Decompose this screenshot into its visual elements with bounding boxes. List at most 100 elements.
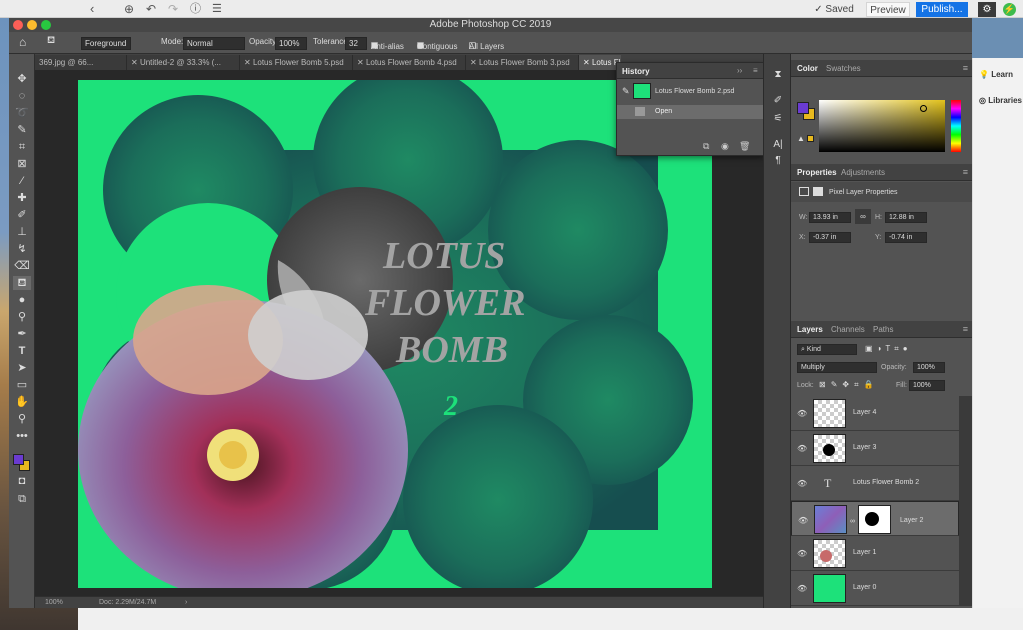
history-panel-icon[interactable]: ⧗ bbox=[771, 68, 785, 82]
quick-mask-icon[interactable]: ◘ bbox=[13, 474, 31, 488]
brush-tool-icon[interactable]: ✐ bbox=[13, 208, 31, 222]
pen-tool-icon[interactable]: ✒ bbox=[13, 327, 31, 341]
paragraph-panel-icon[interactable]: ¶ bbox=[771, 154, 785, 168]
layer-row-layer-4[interactable]: 👁 Layer 4 bbox=[791, 396, 959, 431]
tab-lotus-4[interactable]: ✕ Lotus Flower Bomb 4.psd bbox=[353, 55, 466, 70]
layer-row-text[interactable]: 👁 T Lotus Flower Bomb 2 bbox=[791, 466, 959, 501]
visibility-eye-icon[interactable]: 👁 bbox=[797, 444, 807, 453]
add-icon[interactable]: ⊕ bbox=[124, 2, 134, 16]
history-snapshot[interactable]: ✎ Lotus Flower Bomb 2.psd bbox=[617, 80, 763, 104]
tab-paths[interactable]: Paths bbox=[873, 325, 893, 334]
frame-tool-icon[interactable]: ⊠ bbox=[13, 157, 31, 171]
mask-thumbnail[interactable] bbox=[858, 505, 891, 534]
history-expand-icon[interactable]: ›› bbox=[737, 66, 742, 75]
list-icon[interactable]: ☰ bbox=[212, 2, 222, 16]
screen-mode-icon[interactable]: ⧉ bbox=[13, 492, 31, 506]
opacity-input[interactable]: 100% bbox=[275, 37, 307, 50]
close-window-button[interactable] bbox=[13, 20, 23, 30]
paint-bucket-tool-icon[interactable]: ⛾ bbox=[13, 276, 31, 290]
camera-icon[interactable]: ◉ bbox=[721, 141, 729, 152]
tab-channels[interactable]: Channels bbox=[831, 325, 865, 334]
color-picker-marker[interactable] bbox=[920, 105, 927, 112]
history-step[interactable]: Open bbox=[617, 105, 763, 119]
type-tool-icon[interactable]: T bbox=[13, 344, 31, 358]
layer-row-layer-0[interactable]: 👁 Layer 0 bbox=[791, 571, 959, 606]
document-canvas[interactable]: LOTUS FLOWER BOMB 2 bbox=[78, 80, 712, 588]
eyedropper-tool-icon[interactable]: ⁄ bbox=[13, 174, 31, 188]
color-field[interactable] bbox=[819, 100, 945, 152]
layer-filter-select[interactable]: ⌕ Kind bbox=[797, 344, 857, 355]
status-arrow-icon[interactable]: › bbox=[185, 599, 187, 606]
visibility-eye-icon[interactable]: 👁 bbox=[797, 479, 807, 488]
blur-tool-icon[interactable]: ● bbox=[13, 293, 31, 307]
x-input[interactable]: -0.37 in bbox=[809, 232, 851, 243]
paint-bucket-tool-icon[interactable]: ⛾ bbox=[47, 35, 55, 48]
brush-panel-icon[interactable]: ✐ bbox=[771, 94, 785, 108]
layers-scrollbar[interactable] bbox=[959, 396, 972, 606]
tab-layers[interactable]: Layers bbox=[797, 325, 823, 334]
height-input[interactable]: 12.88 in bbox=[885, 212, 927, 223]
new-document-icon[interactable]: ⧉ bbox=[703, 141, 709, 152]
tab-369[interactable]: 369.jpg @ 66... bbox=[35, 55, 127, 70]
visibility-eye-icon[interactable]: 👁 bbox=[797, 549, 807, 558]
zoom-level[interactable]: 100% bbox=[45, 599, 63, 606]
home-icon[interactable]: ⌂ bbox=[19, 35, 26, 49]
fill-source-select[interactable]: Foreground bbox=[81, 37, 131, 50]
tolerance-input[interactable]: 32 bbox=[345, 37, 367, 50]
tab-lotus-3[interactable]: ✕ Lotus Flower Bomb 3.psd bbox=[466, 55, 579, 70]
learn-item[interactable]: 💡 Learn bbox=[979, 70, 1013, 79]
tab-color[interactable]: Color bbox=[797, 64, 818, 73]
layer-row-layer-3[interactable]: 👁 Layer 3 bbox=[791, 431, 959, 466]
y-input[interactable]: -0.74 in bbox=[885, 232, 927, 243]
healing-brush-tool-icon[interactable]: ✚ bbox=[13, 191, 31, 205]
back-icon[interactable]: ‹ bbox=[90, 2, 94, 16]
clone-stamp-tool-icon[interactable]: ⊥ bbox=[13, 225, 31, 239]
blend-mode-select[interactable]: Multiply bbox=[797, 362, 877, 373]
visibility-eye-icon[interactable]: 👁 bbox=[797, 584, 807, 593]
adjust-panel-icon[interactable]: ⚟ bbox=[771, 112, 785, 126]
crop-tool-icon[interactable]: ⌗ bbox=[13, 140, 31, 154]
hue-slider[interactable] bbox=[951, 100, 961, 152]
color-menu-icon[interactable]: ≡ bbox=[963, 63, 968, 73]
eraser-tool-icon[interactable]: ⌫ bbox=[13, 259, 31, 273]
tab-properties[interactable]: Properties bbox=[797, 168, 837, 177]
zoom-window-button[interactable] bbox=[41, 20, 51, 30]
preview-button[interactable]: Preview bbox=[866, 2, 910, 17]
dodge-tool-icon[interactable]: ⚲ bbox=[13, 310, 31, 324]
minimize-window-button[interactable] bbox=[27, 20, 37, 30]
history-menu-icon[interactable]: ≡ bbox=[753, 66, 758, 75]
fill-input[interactable]: 100% bbox=[909, 380, 945, 391]
tab-swatches[interactable]: Swatches bbox=[826, 64, 861, 73]
link-icon[interactable]: ∞ bbox=[855, 209, 871, 224]
visibility-eye-icon[interactable]: 👁 bbox=[798, 515, 808, 526]
trash-icon[interactable]: 🗑 bbox=[739, 141, 750, 152]
layer-opacity-input[interactable]: 100% bbox=[913, 362, 945, 373]
info-icon[interactable]: ⓘ bbox=[190, 2, 201, 16]
lock-icons[interactable]: ⊠✎✥⌗🔒 bbox=[819, 380, 879, 390]
mode-select[interactable]: Normal bbox=[183, 37, 245, 50]
quick-select-tool-icon[interactable]: ✎ bbox=[13, 123, 31, 137]
foreground-color-swatch[interactable] bbox=[13, 454, 24, 465]
path-select-tool-icon[interactable]: ➤ bbox=[13, 361, 31, 375]
character-panel-icon[interactable]: A| bbox=[771, 138, 785, 152]
properties-menu-icon[interactable]: ≡ bbox=[963, 167, 968, 177]
tab-lotus-5[interactable]: ✕ Lotus Flower Bomb 5.psd bbox=[240, 55, 353, 70]
redo-icon[interactable]: ↷ bbox=[168, 2, 178, 16]
history-brush-tool-icon[interactable]: ↯ bbox=[13, 242, 31, 256]
tab-untitled-2[interactable]: ✕ Untitled-2 @ 33.3% (... bbox=[127, 55, 240, 70]
zoom-tool-icon[interactable]: ⚲ bbox=[13, 412, 31, 426]
layer-row-layer-1[interactable]: 👁 Layer 1 bbox=[791, 536, 959, 571]
rectangle-tool-icon[interactable]: ▭ bbox=[13, 378, 31, 392]
tab-lotus-2[interactable]: ✕ Lotus Flower Bomb 2.psd @ 33.3% bbox=[579, 55, 621, 70]
lasso-tool-icon[interactable]: ➰ bbox=[13, 106, 31, 120]
visibility-eye-icon[interactable]: 👁 bbox=[797, 409, 807, 418]
bolt-icon[interactable]: ⚡ bbox=[1003, 3, 1016, 16]
layers-menu-icon[interactable]: ≡ bbox=[963, 324, 968, 334]
gear-icon[interactable]: ⚙ bbox=[978, 2, 996, 17]
hand-tool-icon[interactable]: ✋ bbox=[13, 395, 31, 409]
publish-button[interactable]: Publish... bbox=[916, 2, 968, 17]
layer-row-layer-2[interactable]: 👁 ∞ Layer 2 bbox=[791, 501, 959, 536]
marquee-tool-icon[interactable]: ◌ bbox=[13, 89, 31, 103]
mask-link-icon[interactable]: ∞ bbox=[850, 516, 855, 527]
libraries-item[interactable]: ◎ Libraries bbox=[979, 96, 1022, 105]
